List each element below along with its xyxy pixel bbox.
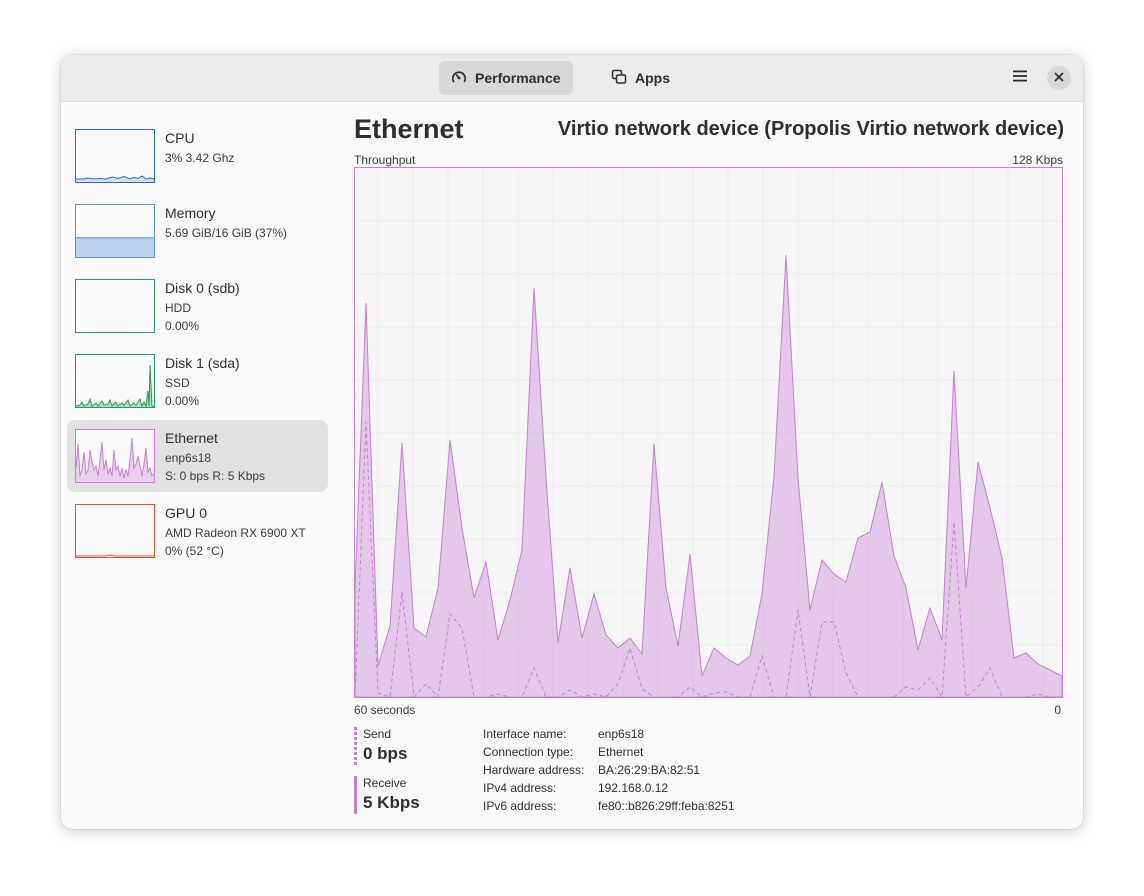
send-legend-swatch: [354, 727, 357, 765]
sidebar-item-memory[interactable]: Memory 5.69 GiB/16 GiB (37%): [67, 195, 328, 267]
send-legend: Send 0 bps: [354, 727, 464, 767]
detail-value: fe80::b826:29ff:feba:8251: [598, 799, 735, 813]
sidebar-item-ethernet-rates: S: 0 bps R: 5 Kbps: [165, 469, 266, 483]
sidebar-item-ethernet-title: Ethernet: [165, 430, 218, 446]
ethernet-thumbnail-graph: [75, 429, 155, 483]
sidebar-item-disk-1-title: Disk 1 (sda): [165, 355, 240, 371]
sidebar-item-disk-0[interactable]: Disk 0 (sdb) HDD 0.00%: [67, 270, 328, 342]
graph-zero-label: 0: [1054, 703, 1061, 717]
sidebar-item-disk-0-title: Disk 0 (sdb): [165, 280, 240, 296]
cpu-thumbnail-graph: [75, 129, 155, 183]
close-icon: [1054, 69, 1064, 87]
gpu-0-thumbnail-graph: [75, 504, 155, 558]
hamburger-menu-icon: [1013, 69, 1027, 87]
detail-value: enp6s18: [598, 727, 645, 741]
sidebar-item-disk-1-type: SSD: [165, 376, 190, 390]
close-button[interactable]: [1047, 66, 1071, 90]
sidebar-item-cpu-title: CPU: [165, 130, 195, 146]
apps-windows-icon: [611, 69, 627, 88]
tab-performance-label: Performance: [475, 70, 561, 86]
sidebar-item-ethernet-interface: enp6s18: [165, 451, 212, 465]
tab-apps-label: Apps: [635, 70, 670, 86]
detail-key: Connection type:: [483, 745, 574, 759]
throughput-graph: [354, 167, 1063, 698]
device-name: Virtio network device (Propolis Virtio n…: [557, 118, 1064, 140]
memory-thumbnail-graph: [75, 204, 155, 258]
sidebar-item-gpu-0-model: AMD Radeon RX 6900 XT: [165, 526, 306, 540]
header-bar: Performance Apps: [61, 55, 1083, 102]
speedometer-icon: [451, 69, 467, 88]
sidebar-item-disk-1-usage: 0.00%: [165, 394, 200, 408]
sidebar-item-disk-0-usage: 0.00%: [165, 319, 200, 333]
graph-label-throughput: Throughput: [354, 153, 416, 167]
system-monitor-window: Performance Apps CPU 3% 3.42 Ghz Memory …: [61, 55, 1083, 829]
device-sidebar: CPU 3% 3.42 Ghz Memory 5.69 GiB/16 GiB (…: [61, 103, 341, 829]
sidebar-item-disk-0-type: HDD: [165, 301, 191, 315]
receive-value: 5 Kbps: [363, 793, 420, 812]
tab-apps[interactable]: Apps: [599, 61, 682, 95]
sidebar-item-ethernet[interactable]: Ethernet enp6s18 S: 0 bps R: 5 Kbps: [67, 420, 328, 492]
receive-legend-swatch: [354, 776, 357, 814]
disk-1-thumbnail-graph: [75, 354, 155, 408]
receive-legend: Receive 5 Kbps: [354, 776, 464, 816]
receive-label: Receive: [363, 776, 407, 790]
graph-max-label: 128 Kbps: [1012, 153, 1063, 167]
send-value: 0 bps: [363, 744, 408, 763]
detail-value: 192.168.0.12: [598, 781, 669, 795]
main-menu-button[interactable]: [1005, 65, 1035, 91]
sidebar-item-cpu[interactable]: CPU 3% 3.42 Ghz: [67, 120, 328, 192]
detail-key: IPv6 address:: [483, 799, 557, 813]
sidebar-item-memory-usage: 5.69 GiB/16 GiB (37%): [165, 226, 288, 240]
sidebar-item-gpu-0-usage: 0% (52 °C): [165, 544, 224, 558]
graph-time-span-label: 60 seconds: [354, 703, 416, 717]
sidebar-item-gpu-0-title: GPU 0: [165, 505, 208, 521]
detail-value: Ethernet: [598, 745, 644, 759]
disk-0-thumbnail-graph: [75, 279, 155, 333]
sidebar-item-memory-title: Memory: [165, 205, 216, 221]
main-panel: Ethernet Virtio network device (Propolis…: [354, 103, 1064, 829]
detail-key: Hardware address:: [483, 763, 585, 777]
sidebar-item-disk-1[interactable]: Disk 1 (sda) SSD 0.00%: [67, 345, 328, 417]
sidebar-item-cpu-usage: 3% 3.42 Ghz: [165, 151, 235, 165]
detail-value: BA:26:29:BA:82:51: [598, 763, 701, 777]
sidebar-item-gpu-0[interactable]: GPU 0 AMD Radeon RX 6900 XT 0% (52 °C): [67, 495, 328, 567]
detail-key: IPv4 address:: [483, 781, 557, 795]
page-title: Ethernet: [354, 114, 464, 144]
tab-performance[interactable]: Performance: [439, 61, 573, 95]
send-label: Send: [363, 727, 392, 741]
detail-key: Interface name:: [483, 727, 567, 741]
